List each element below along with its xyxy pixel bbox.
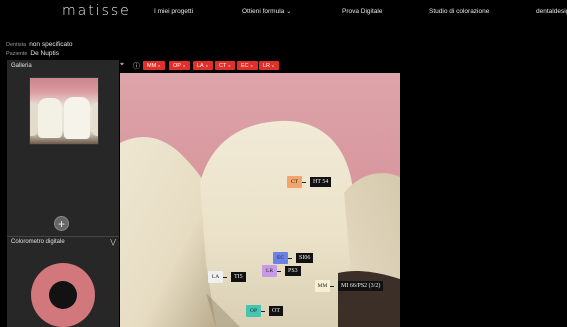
close-icon[interactable]: x — [251, 63, 253, 68]
dentist-value: non specificato — [29, 41, 73, 48]
brand-logo[interactable]: matisse — [62, 3, 131, 19]
dentist-key: Dentista — [6, 42, 27, 48]
shade-la-value: TI5 — [231, 272, 246, 282]
gallery-thumbnail[interactable] — [29, 77, 99, 145]
nav-get-formula[interactable]: Ottieni formula ⌄ — [242, 8, 291, 15]
nav-my-projects[interactable]: I miei progetti — [154, 8, 193, 15]
chip-label: CT — [219, 63, 227, 69]
chip-label: LR — [263, 63, 271, 69]
chip-label: MM — [147, 63, 157, 69]
chip-ec[interactable]: EC x — [237, 61, 258, 70]
close-icon[interactable]: x — [272, 63, 274, 68]
sidebar-divider — [7, 236, 119, 237]
info-icon[interactable]: ⓘ — [133, 61, 140, 71]
colorimeter-ring[interactable] — [31, 263, 95, 327]
shade-la-swatch: LA — [208, 271, 223, 283]
shade-op-swatch: OP — [246, 305, 261, 317]
patient-key: Paziente — [6, 51, 28, 57]
dentist-row: Dentista non specificato — [6, 41, 73, 48]
close-icon[interactable]: x — [228, 63, 230, 68]
shade-lr-value: PS3 — [285, 266, 301, 276]
shade-ec[interactable]: EC SI06 — [273, 252, 314, 264]
chip-label: OP — [173, 63, 181, 69]
shade-la[interactable]: LA TI5 — [208, 271, 246, 283]
close-icon[interactable]: x — [158, 63, 160, 68]
chevrons-down-icon[interactable]: ⋁ — [110, 238, 116, 246]
shade-ec-swatch: EC — [273, 252, 288, 264]
shade-ct[interactable]: CT HT 54 — [287, 176, 332, 188]
chip-ct[interactable]: CT x — [215, 61, 236, 70]
shade-ec-value: SI06 — [296, 253, 314, 263]
shade-op[interactable]: OP OT — [246, 305, 283, 317]
nav-shade-study[interactable]: Studio di colorazione — [429, 8, 489, 15]
shade-lr-swatch: LR — [262, 265, 277, 277]
shade-op-value: OT — [269, 306, 283, 316]
close-icon[interactable]: x — [206, 63, 208, 68]
chip-la[interactable]: LA x — [193, 61, 213, 70]
add-image-button[interactable]: + — [54, 216, 69, 231]
shade-mm-value: MI 66/PS2 (3/2) — [338, 281, 384, 291]
shade-lr[interactable]: LR PS3 — [262, 265, 301, 277]
chip-label: EC — [241, 63, 249, 69]
top-bar: matisse I miei progetti Ottieni formula ⌄… — [0, 0, 567, 26]
nav-dentaldesign[interactable]: dentaldesig — [536, 8, 567, 15]
nav-get-formula-label: Ottieni formula — [242, 8, 285, 15]
patient-value: De Nuptis — [30, 50, 59, 57]
crop-icon[interactable]: ⌖ — [120, 61, 124, 69]
shade-ct-value: HT 54 — [310, 177, 332, 187]
colorimeter-center — [49, 281, 77, 309]
close-icon[interactable]: x — [183, 63, 185, 68]
chevron-down-icon: ⌄ — [286, 9, 292, 15]
chip-label: LA — [197, 63, 204, 69]
chip-mm[interactable]: MM x — [143, 61, 166, 70]
colorimeter-title: Colorometro digitale — [11, 239, 65, 245]
nav-digital-tryon[interactable]: Prova Digitale — [342, 8, 382, 15]
shade-ct-swatch: CT — [287, 176, 302, 188]
sidebar: Galleria + Colorometro digitale ⋁ — [7, 60, 119, 327]
chip-op[interactable]: OP x — [169, 61, 190, 70]
patient-row: Paziente De Nuptis — [6, 50, 59, 57]
chip-lr[interactable]: LR x — [259, 61, 280, 70]
shade-mm-swatch: MM — [315, 280, 330, 292]
gallery-title: Galleria — [11, 63, 32, 69]
shade-mm[interactable]: MM MI 66/PS2 (3/2) — [315, 280, 384, 292]
